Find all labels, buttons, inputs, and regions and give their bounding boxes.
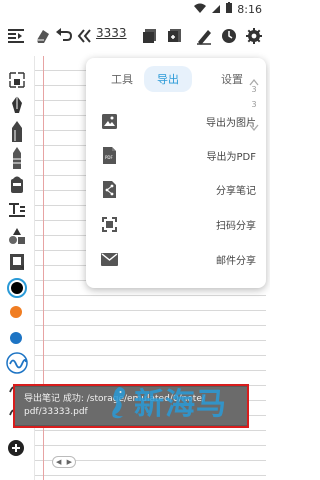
blue-color-button[interactable]	[10, 332, 22, 344]
lasso-select-icon[interactable]	[5, 68, 29, 92]
scroll-page-number: 3	[251, 85, 257, 94]
double-left-icon[interactable]	[72, 24, 96, 48]
image-icon	[100, 112, 118, 130]
export-pdf-label: 导出为PDF	[206, 151, 256, 163]
status-bar: 8:16	[0, 0, 270, 19]
signal-icon	[211, 3, 221, 17]
gear-icon[interactable]	[242, 24, 266, 48]
outline-icon[interactable]	[4, 24, 28, 48]
orange-color-button[interactable]	[10, 306, 22, 318]
export-image-item[interactable]: 导出为图片	[100, 109, 256, 133]
clock-icon[interactable]	[217, 24, 241, 48]
page-scroll-control[interactable]: ◀ ▶	[52, 456, 76, 468]
mail-icon	[100, 250, 118, 268]
text-tool-icon[interactable]	[5, 198, 29, 222]
share-note-label: 分享笔记	[216, 185, 256, 197]
eraser-icon[interactable]	[30, 24, 54, 48]
mail-share-item[interactable]: 邮件分享	[100, 247, 256, 271]
share-icon	[100, 180, 118, 198]
right-arrow-icon[interactable]: ▶	[67, 458, 72, 466]
qr-scan-icon	[100, 215, 118, 233]
add-icon[interactable]	[7, 439, 25, 457]
svg-text:PDF: PDF	[105, 155, 113, 160]
top-toolbar: 3333	[0, 20, 270, 52]
page-number[interactable]: 3333	[96, 26, 127, 40]
pencil-icon[interactable]	[5, 146, 29, 170]
tab-tools[interactable]: 工具	[108, 66, 136, 92]
export-popup-menu: 工具 导出 设置 3 3 导出为图片 PDF 导出为PDF 分享笔记 扫码分享 …	[86, 58, 266, 288]
mail-share-label: 邮件分享	[216, 255, 256, 267]
watermark-text: 新海马	[134, 387, 227, 422]
scan-share-item[interactable]: 扫码分享	[100, 212, 256, 236]
wave-line-icon[interactable]	[5, 351, 29, 375]
left-arrow-icon[interactable]: ◀	[56, 458, 61, 466]
marker-pen-icon[interactable]	[5, 120, 29, 144]
scan-share-label: 扫码分享	[216, 220, 256, 232]
sticky-note-icon[interactable]	[5, 250, 29, 274]
pen-icon[interactable]	[192, 24, 216, 48]
tab-settings[interactable]: 设置	[218, 66, 246, 92]
copy-page-icon[interactable]	[138, 24, 162, 48]
screen: 8:16 3333 工具 导出 设置 3 3 导出为图片 PDF 导出为PDF …	[0, 0, 270, 480]
add-page-icon[interactable]	[163, 24, 187, 48]
battery-icon	[225, 2, 233, 17]
watermark: 新海马	[110, 384, 245, 426]
tab-export[interactable]: 导出	[144, 66, 192, 92]
share-note-item[interactable]: 分享笔记	[100, 177, 256, 201]
export-image-label: 导出为图片	[206, 117, 256, 129]
shapes-icon[interactable]	[5, 224, 29, 248]
pdf-icon: PDF	[100, 146, 118, 164]
time-text: 8:16	[237, 3, 262, 16]
wifi-icon	[193, 3, 207, 17]
brush-icon[interactable]	[5, 172, 29, 196]
scroll-up-icon[interactable]	[249, 71, 259, 86]
seahorse-logo-icon	[110, 385, 130, 425]
export-pdf-item[interactable]: PDF 导出为PDF	[100, 143, 256, 167]
fountain-pen-icon[interactable]	[5, 94, 29, 118]
black-color-dot	[11, 282, 23, 294]
